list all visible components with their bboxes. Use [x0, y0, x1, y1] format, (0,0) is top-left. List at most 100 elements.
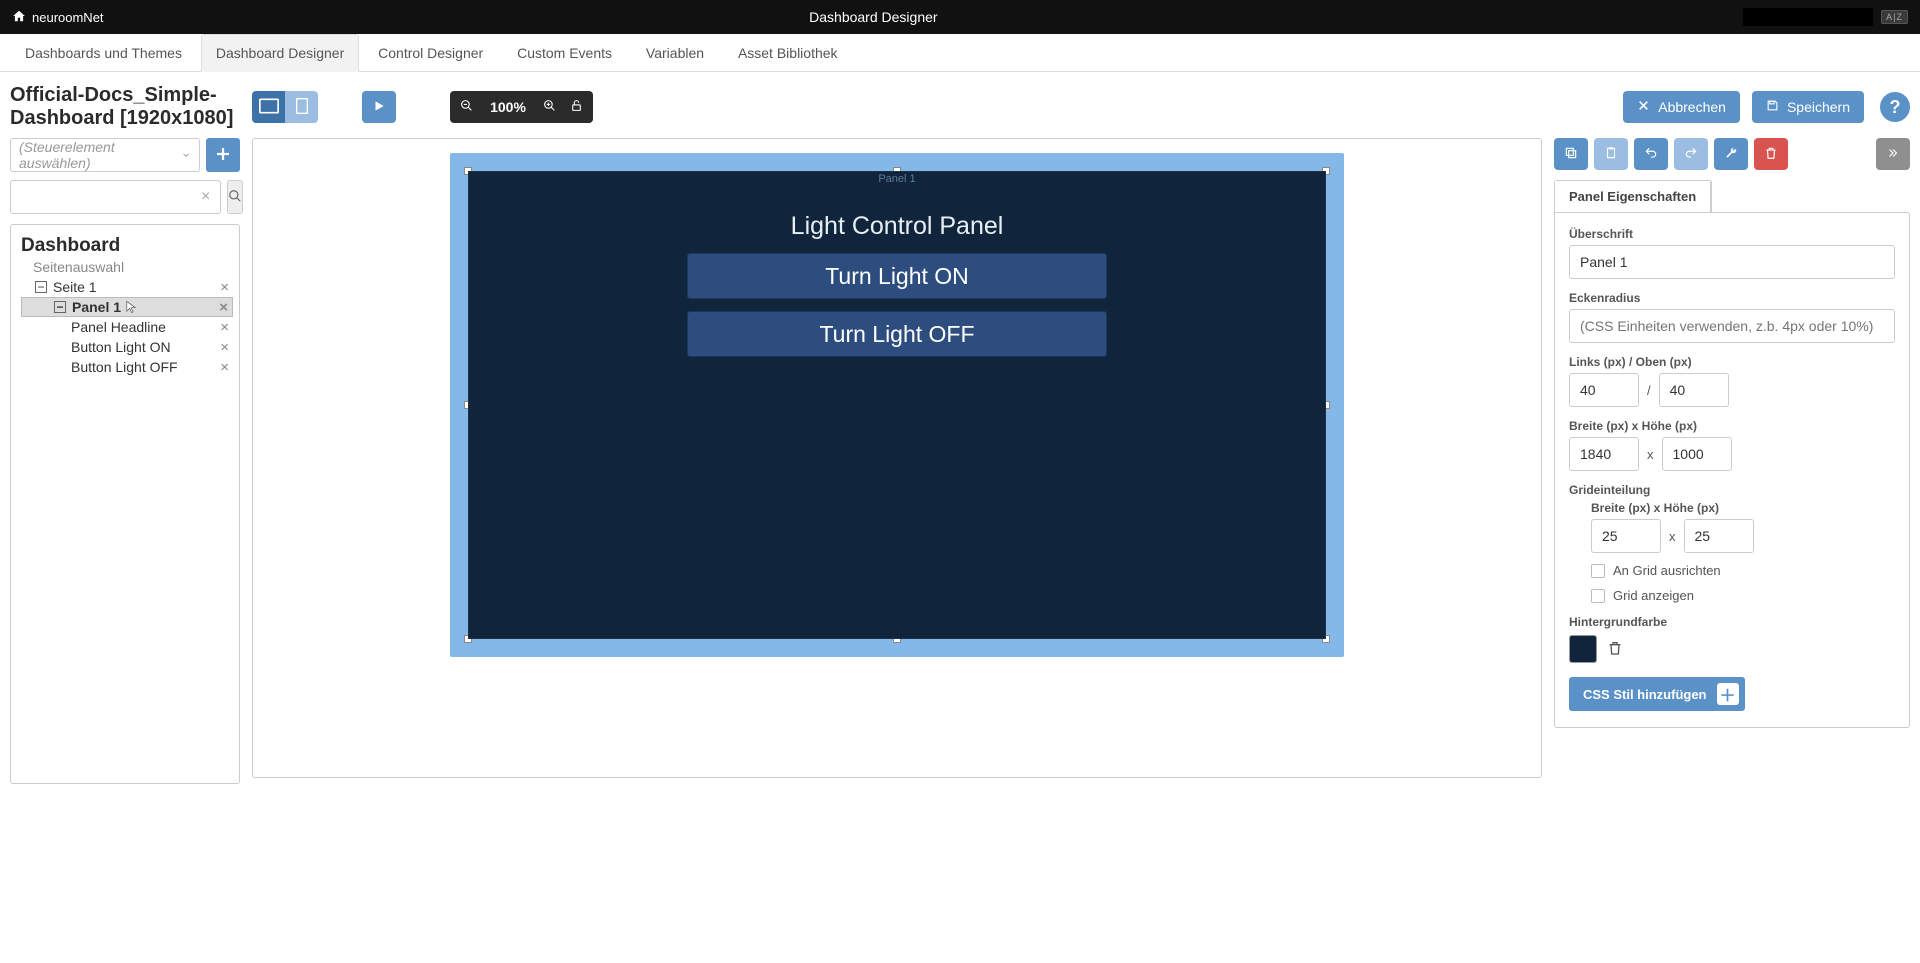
tree-node-panel-1[interactable]: − Panel 1 ×: [21, 297, 233, 317]
delete-node-icon[interactable]: ×: [216, 279, 233, 296]
zoom-value: 100%: [487, 99, 529, 115]
orientation-portrait[interactable]: [285, 91, 318, 123]
save-label: Speichern: [1787, 99, 1850, 115]
orientation-landscape[interactable]: [252, 91, 285, 123]
toolbar: Official-Docs_Simple-Dashboard [1920x108…: [0, 72, 1920, 138]
left-panel: (Steuerelement auswählen) × Dashboard Se…: [10, 138, 240, 784]
tree-node-label: Panel 1: [72, 299, 121, 315]
delete-node-icon[interactable]: ×: [216, 359, 233, 376]
input-width[interactable]: [1569, 437, 1639, 471]
canvas-button-light-on[interactable]: Turn Light ON: [687, 253, 1107, 299]
help-icon: ?: [1890, 97, 1901, 118]
input-eckenradius[interactable]: [1569, 309, 1895, 343]
input-ueberschrift[interactable]: [1569, 245, 1895, 279]
preview-button[interactable]: [362, 91, 396, 123]
tab-variablen[interactable]: Variablen: [631, 34, 719, 71]
collapse-panel-button[interactable]: [1876, 138, 1910, 170]
paste-button[interactable]: [1594, 138, 1628, 170]
wrench-icon: [1724, 146, 1738, 163]
search-button[interactable]: [227, 180, 243, 214]
tree-subtitle: Seitenauswahl: [33, 259, 233, 275]
delete-node-icon[interactable]: ×: [216, 319, 233, 336]
redo-button[interactable]: [1674, 138, 1708, 170]
properties-toolbar: [1554, 138, 1910, 170]
copy-button[interactable]: [1554, 138, 1588, 170]
language-switch[interactable]: A|Z: [1881, 10, 1908, 24]
zoom-in-icon[interactable]: [543, 99, 556, 115]
settings-button[interactable]: [1714, 138, 1748, 170]
search-input[interactable]: [17, 189, 197, 206]
cursor-icon: [125, 300, 137, 314]
stage[interactable]: Panel 1 Light Control Panel Turn Light O…: [450, 153, 1344, 657]
panel-surface[interactable]: Panel 1 Light Control Panel Turn Light O…: [468, 171, 1326, 639]
label-grid-bh: Breite (px) x Höhe (px): [1591, 501, 1895, 515]
canvas-frame: Panel 1 Light Control Panel Turn Light O…: [252, 138, 1542, 778]
chevron-down-icon: [181, 147, 191, 163]
label-ueberschrift: Überschrift: [1569, 227, 1895, 241]
clear-search-icon[interactable]: ×: [197, 188, 214, 206]
undo-button[interactable]: [1634, 138, 1668, 170]
checkbox-label: Grid anzeigen: [1613, 588, 1694, 603]
undo-icon: [1644, 146, 1658, 163]
input-top[interactable]: [1659, 373, 1729, 407]
copy-icon: [1564, 146, 1578, 163]
input-grid-height[interactable]: [1684, 519, 1754, 553]
tree-node-label: Panel Headline: [71, 319, 166, 335]
top-bar: neuroomNet Dashboard Designer A|Z: [0, 0, 1920, 34]
save-button[interactable]: Speichern: [1752, 91, 1864, 123]
unlock-icon[interactable]: [570, 99, 583, 115]
input-grid-width[interactable]: [1591, 519, 1661, 553]
add-css-label: CSS Stil hinzufügen: [1583, 687, 1707, 702]
properties-form: Überschrift Eckenradius Links (px) / Obe…: [1554, 212, 1910, 728]
checkbox-grid-show[interactable]: Grid anzeigen: [1591, 588, 1895, 603]
tab-asset-bibliothek[interactable]: Asset Bibliothek: [723, 34, 853, 71]
cancel-button[interactable]: Abbrechen: [1623, 91, 1740, 123]
tab-panel-eigenschaften[interactable]: Panel Eigenschaften: [1555, 181, 1711, 212]
page-title: Official-Docs_Simple-Dashboard [1920x108…: [10, 84, 240, 130]
checkbox-label: An Grid ausrichten: [1613, 563, 1721, 578]
collapse-icon[interactable]: −: [54, 301, 66, 313]
tab-control-designer[interactable]: Control Designer: [363, 34, 498, 71]
tab-dashboard-designer[interactable]: Dashboard Designer: [201, 34, 359, 72]
control-select[interactable]: (Steuerelement auswählen): [10, 138, 200, 172]
portrait-icon: [292, 98, 312, 117]
redo-icon: [1684, 146, 1698, 163]
checkbox-icon: [1591, 589, 1605, 603]
delete-button[interactable]: [1754, 138, 1788, 170]
label-eckenradius: Eckenradius: [1569, 291, 1895, 305]
delete-node-icon[interactable]: ×: [216, 339, 233, 356]
canvas-button-light-off[interactable]: Turn Light OFF: [687, 311, 1107, 357]
checkbox-icon: [1591, 564, 1605, 578]
plus-icon: [214, 145, 232, 166]
input-height[interactable]: [1662, 437, 1732, 471]
play-icon: [372, 99, 386, 116]
tree-panel: Dashboard Seitenauswahl − Seite 1 × − Pa…: [10, 224, 240, 784]
separator-x: x: [1647, 447, 1654, 462]
tab-custom-events[interactable]: Custom Events: [502, 34, 627, 71]
tab-dashboards-themes[interactable]: Dashboards und Themes: [10, 34, 197, 71]
input-left[interactable]: [1569, 373, 1639, 407]
tree-node-seite-1[interactable]: − Seite 1 ×: [21, 277, 233, 297]
landscape-icon: [259, 98, 279, 117]
add-css-style-button[interactable]: CSS Stil hinzufügen ＋: [1569, 677, 1745, 711]
tree-node-button-light-on[interactable]: Button Light ON ×: [21, 337, 233, 357]
plus-icon: ＋: [1717, 683, 1739, 705]
separator-x: x: [1669, 529, 1676, 544]
color-swatch[interactable]: [1569, 635, 1597, 663]
delete-node-icon[interactable]: ×: [215, 299, 232, 316]
add-control-button[interactable]: [206, 138, 240, 172]
tree-node-button-light-off[interactable]: Button Light OFF ×: [21, 357, 233, 377]
save-icon: [1766, 99, 1779, 115]
zoom-control: 100%: [450, 91, 593, 123]
help-button[interactable]: ?: [1880, 92, 1910, 122]
zoom-out-icon[interactable]: [460, 99, 473, 115]
tree-node-panel-headline[interactable]: Panel Headline ×: [21, 317, 233, 337]
orientation-toggle: [252, 91, 318, 123]
tree-node-label: Seite 1: [53, 279, 97, 295]
label-breite-hoehe: Breite (px) x Höhe (px): [1569, 419, 1895, 433]
label-grideinteilung: Grideinteilung: [1569, 483, 1895, 497]
properties-tabs: Panel Eigenschaften: [1554, 180, 1712, 212]
collapse-icon[interactable]: −: [35, 281, 47, 293]
clear-color-button[interactable]: [1607, 640, 1623, 659]
checkbox-grid-snap[interactable]: An Grid ausrichten: [1591, 563, 1895, 578]
